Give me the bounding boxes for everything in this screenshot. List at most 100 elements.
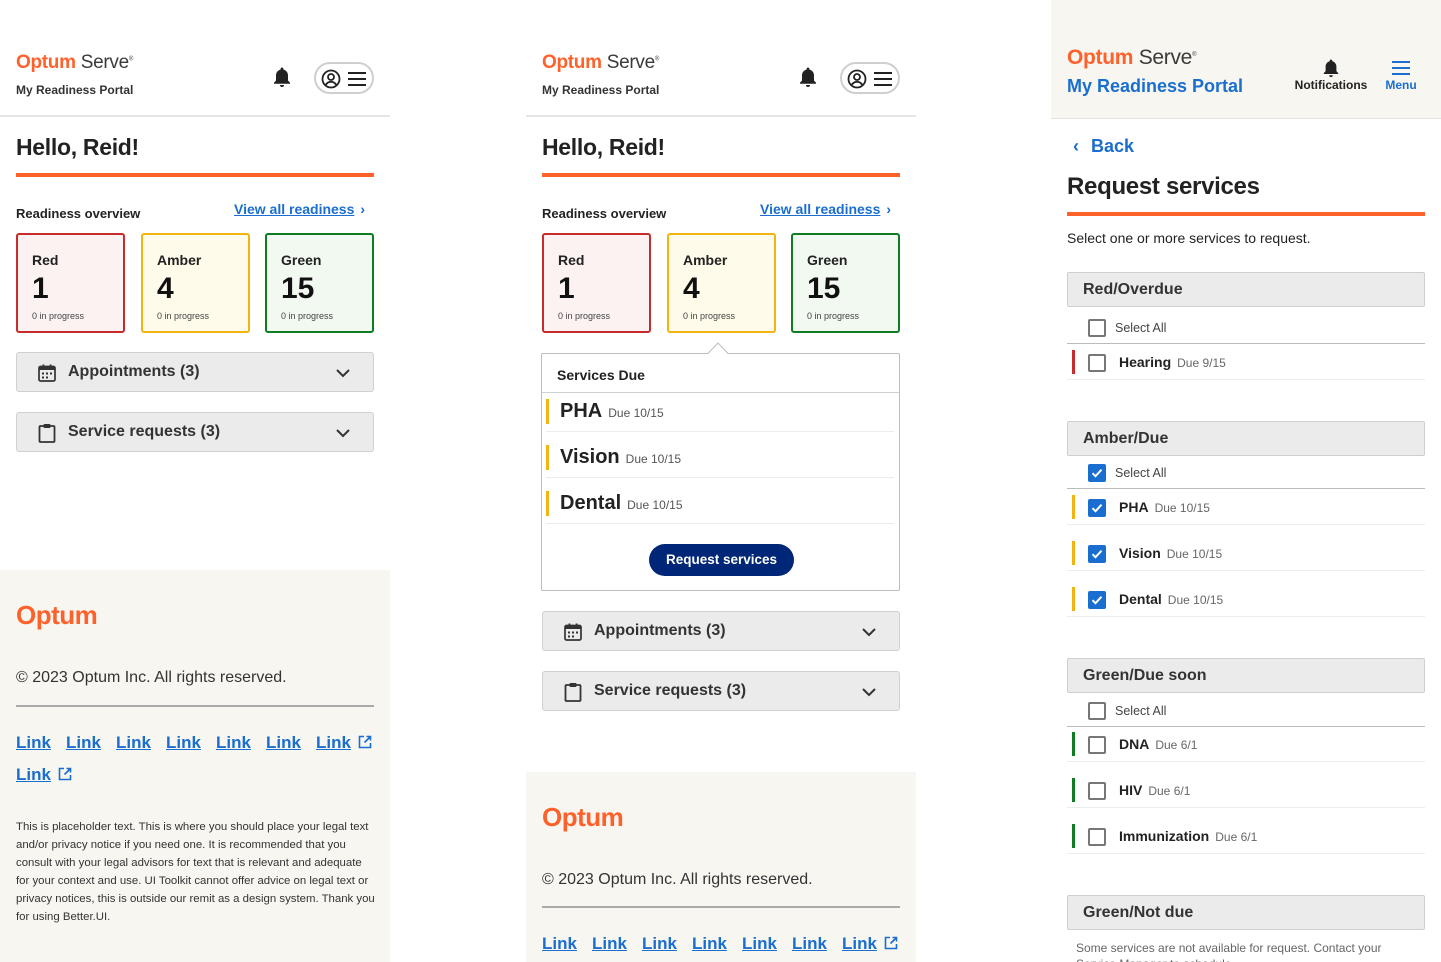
- select-all-row[interactable]: Select All: [1067, 694, 1425, 727]
- service-row[interactable]: HIV Due 6/1: [1067, 773, 1425, 808]
- footer-link[interactable]: Link: [792, 934, 827, 954]
- readiness-overview-label: Readiness overview: [16, 206, 141, 221]
- footer-copyright: © 2023 Optum Inc. All rights reserved.: [16, 669, 287, 686]
- chevron-left-icon: ‹: [1073, 136, 1079, 156]
- readiness-card-red[interactable]: Red 1 0 in progress: [16, 233, 125, 333]
- external-link-icon: [358, 735, 372, 749]
- footer-copyright: © 2023 Optum Inc. All rights reserved.: [542, 871, 813, 888]
- page-subtitle: Select one or more services to request.: [1067, 230, 1311, 246]
- appointments-accordion[interactable]: Appointments (3): [16, 352, 374, 392]
- services-due-popover: Services Due PHA Due 10/15 Vision Due 10/1…: [541, 353, 900, 591]
- footer-link[interactable]: Link: [66, 733, 101, 753]
- footer-link[interactable]: Link: [642, 934, 677, 954]
- footer-link[interactable]: Link: [592, 934, 627, 954]
- footer-link[interactable]: Link: [742, 934, 777, 954]
- app-header: Optum Serve® My Readiness Portal Notific…: [1051, 0, 1441, 119]
- footer-link[interactable]: Link: [542, 934, 577, 954]
- service-checkbox[interactable]: [1088, 545, 1106, 563]
- group-header-red-overdue: Red/Overdue: [1067, 272, 1425, 307]
- appointments-accordion[interactable]: Appointments (3): [542, 611, 900, 651]
- readiness-card-green[interactable]: Green 15 0 in progress: [265, 233, 374, 333]
- back-link[interactable]: ‹ Back: [1073, 136, 1134, 157]
- bell-icon[interactable]: [798, 66, 818, 88]
- chevron-down-icon: [862, 628, 876, 637]
- footer-link[interactable]: Link: [116, 733, 151, 753]
- heading-rule: [1067, 212, 1425, 216]
- chevron-right-icon: ›: [886, 201, 892, 217]
- group-header-green-not-due: Green/Not due: [1067, 895, 1425, 930]
- service-row[interactable]: DNA Due 6/1: [1067, 727, 1425, 762]
- clipboard-icon: [38, 424, 56, 443]
- view-all-readiness-link[interactable]: View all readiness ›: [234, 201, 365, 217]
- service-checkbox[interactable]: [1088, 591, 1106, 609]
- footer-divider: [16, 705, 374, 707]
- heading-rule: [542, 173, 900, 177]
- portal-name[interactable]: My Readiness Portal: [1067, 76, 1243, 97]
- service-due-item[interactable]: Vision Due 10/15: [546, 440, 894, 478]
- view-all-readiness-link[interactable]: View all readiness ›: [760, 201, 891, 217]
- select-all-checkbox[interactable]: [1088, 319, 1106, 337]
- page-title: Request services: [1067, 173, 1260, 200]
- external-link-icon: [884, 936, 898, 950]
- service-due-item[interactable]: PHA Due 10/15: [546, 394, 894, 432]
- footer-optum-logo: Optum: [542, 802, 624, 832]
- select-all-row[interactable]: Select All: [1067, 311, 1425, 344]
- footer-external-link[interactable]: Link: [316, 733, 372, 753]
- readiness-card-green[interactable]: Green 15 0 in progress: [791, 233, 900, 333]
- portal-name: My Readiness Portal: [16, 83, 134, 97]
- optum-serve-logo[interactable]: Optum Serve®: [16, 52, 133, 74]
- service-checkbox[interactable]: [1088, 736, 1106, 754]
- account-menu-button[interactable]: [314, 62, 374, 94]
- notifications-button[interactable]: Notifications: [1293, 58, 1369, 92]
- service-row[interactable]: Dental Due 10/15: [1067, 582, 1425, 617]
- select-all-checkbox[interactable]: [1088, 702, 1106, 720]
- calendar-icon: [38, 364, 56, 382]
- hamburger-icon: [1392, 61, 1410, 75]
- service-checkbox[interactable]: [1088, 354, 1106, 372]
- app-header: Optum Serve® My Readiness Portal: [0, 0, 390, 117]
- service-row[interactable]: Vision Due 10/15: [1067, 536, 1425, 571]
- select-all-checkbox[interactable]: [1088, 464, 1106, 482]
- service-checkbox[interactable]: [1088, 782, 1106, 800]
- service-checkbox[interactable]: [1088, 828, 1106, 846]
- app-header: Optum Serve® My Readiness Portal: [526, 0, 916, 117]
- footer-external-link[interactable]: Link: [842, 934, 898, 954]
- optum-serve-logo[interactable]: Optum Serve®: [542, 52, 659, 74]
- menu-button[interactable]: Menu: [1381, 60, 1421, 92]
- calendar-icon: [564, 623, 582, 641]
- hamburger-icon: [348, 72, 366, 86]
- home-screen: Optum Serve® My Readiness Portal Hello, …: [0, 0, 390, 962]
- readiness-overview-label: Readiness overview: [542, 206, 667, 221]
- footer-link[interactable]: Link: [16, 733, 51, 753]
- services-due-header: Services Due: [542, 354, 899, 393]
- request-services-screen: Optum Serve® My Readiness Portal Notific…: [1051, 0, 1441, 962]
- group-header-amber-due: Amber/Due: [1067, 421, 1425, 456]
- footer-link[interactable]: Link: [166, 733, 201, 753]
- request-services-button[interactable]: Request services: [649, 544, 794, 576]
- service-requests-accordion[interactable]: Service requests (3): [542, 671, 900, 711]
- bell-icon[interactable]: [272, 66, 292, 88]
- chevron-down-icon: [862, 688, 876, 697]
- service-due-item[interactable]: Dental Due 10/15: [546, 486, 894, 524]
- external-link-icon: [58, 767, 72, 781]
- optum-serve-logo[interactable]: Optum Serve®: [1067, 46, 1196, 70]
- readiness-card-red[interactable]: Red 1 0 in progress: [542, 233, 651, 333]
- service-row[interactable]: Immunization Due 6/1: [1067, 819, 1425, 854]
- service-requests-accordion[interactable]: Service requests (3): [16, 412, 374, 452]
- footer-external-link[interactable]: Link: [16, 765, 72, 785]
- footer-link[interactable]: Link: [692, 934, 727, 954]
- service-checkbox[interactable]: [1088, 499, 1106, 517]
- footer-link[interactable]: Link: [266, 733, 301, 753]
- heading-rule: [16, 173, 374, 177]
- account-menu-button[interactable]: [840, 62, 900, 94]
- service-row[interactable]: Hearing Due 9/15: [1067, 345, 1425, 380]
- portal-name: My Readiness Portal: [542, 83, 660, 97]
- select-all-row[interactable]: Select All: [1067, 456, 1425, 489]
- user-circle-icon: [847, 69, 867, 89]
- footer-legal-text: This is placeholder text. This is where …: [16, 821, 375, 923]
- service-row[interactable]: PHA Due 10/15: [1067, 490, 1425, 525]
- readiness-card-amber[interactable]: Amber 4 0 in progress: [141, 233, 250, 333]
- group-header-green-due-soon: Green/Due soon: [1067, 658, 1425, 693]
- footer-link[interactable]: Link: [216, 733, 251, 753]
- readiness-card-amber[interactable]: Amber 4 0 in progress: [667, 233, 776, 333]
